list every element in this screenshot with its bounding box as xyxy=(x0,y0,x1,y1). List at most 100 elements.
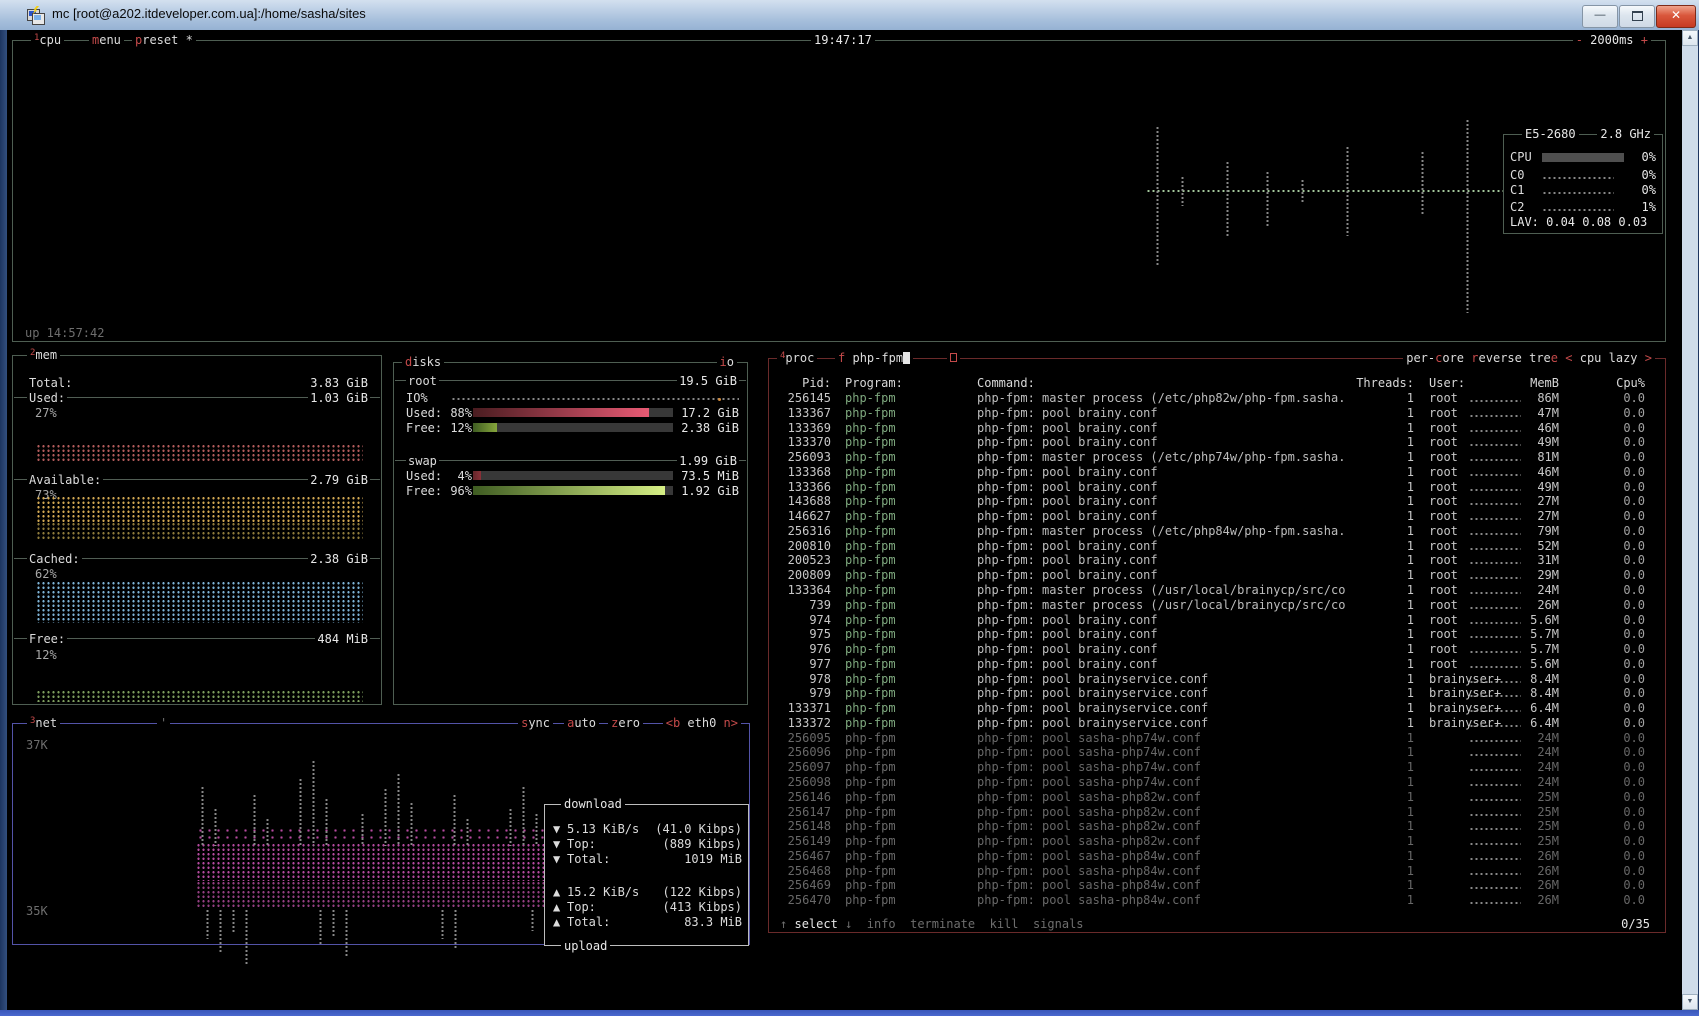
net-upload-spike xyxy=(232,909,235,934)
reverse-toggle[interactable]: reverse xyxy=(1471,351,1522,365)
process-row[interactable]: 256470php-fpmphp-fpm: pool sasha-php84w.… xyxy=(769,893,1667,907)
select-button[interactable]: select xyxy=(794,917,837,931)
process-row[interactable]: 739php-fpmphp-fpm: master process (/usr/… xyxy=(769,598,1667,612)
signals-button[interactable]: signals xyxy=(1033,917,1084,931)
process-row[interactable]: 200809php-fpmphp-fpm: pool brainy.conf1r… xyxy=(769,568,1667,582)
process-threads: 1 xyxy=(1344,731,1414,745)
process-row[interactable]: 978php-fpmphp-fpm: pool brainyservice.co… xyxy=(769,672,1667,686)
download-arrow-icon: ▼ xyxy=(553,822,560,836)
process-row[interactable]: 977php-fpmphp-fpm: pool brainy.conf1root… xyxy=(769,657,1667,671)
col-memb[interactable]: MemB xyxy=(1481,376,1559,390)
process-program: php-fpm xyxy=(845,494,896,508)
zero-toggle[interactable]: zero xyxy=(608,716,643,730)
process-row[interactable]: 975php-fpmphp-fpm: pool brainy.conf1root… xyxy=(769,627,1667,641)
tab-net[interactable]: 3net xyxy=(27,716,60,730)
scroll-up-button[interactable]: ▲ xyxy=(1682,30,1698,46)
sort-column-label[interactable]: cpu lazy xyxy=(1580,351,1638,365)
process-row[interactable]: 979php-fpmphp-fpm: pool brainyservice.co… xyxy=(769,686,1667,700)
sort-prev-button[interactable]: < xyxy=(1565,351,1572,365)
process-row[interactable]: 256316php-fpmphp-fpm: master process (/e… xyxy=(769,524,1667,538)
process-row[interactable]: 200810php-fpmphp-fpm: pool brainy.conf1r… xyxy=(769,539,1667,553)
process-mem: 49M xyxy=(1481,480,1559,494)
process-row[interactable]: 200523php-fpmphp-fpm: pool brainy.conf1r… xyxy=(769,553,1667,567)
col-threads[interactable]: Threads: xyxy=(1344,376,1414,390)
tree-toggle[interactable]: tree xyxy=(1529,351,1558,365)
close-button[interactable]: ✕ xyxy=(1656,5,1696,28)
info-button[interactable]: info xyxy=(867,917,896,931)
disk-usage-bar-fill xyxy=(473,408,649,417)
tab-proc[interactable]: 4proc xyxy=(777,351,817,365)
menu-button[interactable]: menu xyxy=(89,33,124,47)
process-row[interactable]: 133369php-fpmphp-fpm: pool brainy.conf1r… xyxy=(769,421,1667,435)
maximize-button[interactable] xyxy=(1619,5,1655,28)
process-row[interactable]: 133366php-fpmphp-fpm: pool brainy.conf1r… xyxy=(769,480,1667,494)
sync-toggle[interactable]: sync xyxy=(518,716,553,730)
process-row[interactable]: 256467php-fpmphp-fpm: pool sasha-php84w.… xyxy=(769,849,1667,863)
scrollbar-track[interactable]: ▲ ▼ xyxy=(1682,30,1698,1010)
col-user[interactable]: User: xyxy=(1429,376,1465,390)
process-row[interactable]: 133367php-fpmphp-fpm: pool brainy.conf1r… xyxy=(769,406,1667,420)
upload-arrow-icon: ▲ xyxy=(553,885,560,899)
preset-button[interactable]: preset * xyxy=(132,33,196,47)
process-row[interactable]: 256145php-fpmphp-fpm: master process (/e… xyxy=(769,391,1667,405)
process-row[interactable]: 133368php-fpmphp-fpm: pool brainy.conf1r… xyxy=(769,465,1667,479)
process-row[interactable]: 146627php-fpmphp-fpm: pool brainy.conf1r… xyxy=(769,509,1667,523)
process-row[interactable]: 256098php-fpmphp-fpm: pool sasha-php74w.… xyxy=(769,775,1667,789)
col-cpu[interactable]: Cpu% xyxy=(1575,376,1645,390)
process-row[interactable]: 143688php-fpmphp-fpm: pool brainy.conf1r… xyxy=(769,494,1667,508)
col-pid[interactable]: Pid: xyxy=(771,376,831,390)
process-row[interactable]: 256096php-fpmphp-fpm: pool sasha-php74w.… xyxy=(769,745,1667,759)
process-row[interactable]: 976php-fpmphp-fpm: pool brainy.conf1root… xyxy=(769,642,1667,656)
process-row[interactable]: 974php-fpmphp-fpm: pool brainy.conf1root… xyxy=(769,613,1667,627)
process-pid: 256093 xyxy=(771,450,831,464)
kill-button[interactable]: kill xyxy=(990,917,1019,931)
process-row[interactable]: 256095php-fpmphp-fpm: pool sasha-php74w.… xyxy=(769,731,1667,745)
process-program: php-fpm xyxy=(845,465,896,479)
per-core-toggle[interactable]: per-core xyxy=(1406,351,1464,365)
terminate-button[interactable]: terminate xyxy=(910,917,975,931)
tab-mem[interactable]: 2mem xyxy=(27,348,60,362)
tab-cpu[interactable]: 1cpu xyxy=(31,33,64,47)
process-row[interactable]: 133370php-fpmphp-fpm: pool brainy.conf1r… xyxy=(769,435,1667,449)
col-command[interactable]: Command: xyxy=(977,376,1035,390)
process-row[interactable]: 256147php-fpmphp-fpm: pool sasha-php82w.… xyxy=(769,805,1667,819)
net-download-spike xyxy=(535,813,538,846)
select-up-icon[interactable]: ↑ xyxy=(780,917,787,931)
process-row[interactable]: 256469php-fpmphp-fpm: pool sasha-php84w.… xyxy=(769,878,1667,892)
scroll-down-button[interactable]: ▼ xyxy=(1682,994,1698,1010)
filter-clear-button[interactable] xyxy=(947,351,960,365)
disk-row-label: Used: xyxy=(406,469,442,483)
process-row[interactable]: 133364php-fpmphp-fpm: master process (/u… xyxy=(769,583,1667,597)
col-program[interactable]: Program: xyxy=(845,376,903,390)
io-mode-toggle[interactable]: io xyxy=(717,355,737,369)
process-row[interactable]: 256146php-fpmphp-fpm: pool sasha-php82w.… xyxy=(769,790,1667,804)
disk-usage-bar xyxy=(473,471,673,480)
process-user: root xyxy=(1429,480,1458,494)
cpu-core-label: C0 xyxy=(1510,168,1524,182)
process-threads: 1 xyxy=(1344,421,1414,435)
cpu-graph-spike xyxy=(1301,179,1304,203)
auto-toggle[interactable]: auto xyxy=(564,716,599,730)
process-row[interactable]: 256149php-fpmphp-fpm: pool sasha-php82w.… xyxy=(769,834,1667,848)
process-row[interactable]: 256468php-fpmphp-fpm: pool sasha-php84w.… xyxy=(769,864,1667,878)
process-mem: 24M xyxy=(1481,760,1559,774)
minimize-button[interactable]: — xyxy=(1582,5,1618,28)
process-row[interactable]: 256148php-fpmphp-fpm: pool sasha-php82w.… xyxy=(769,819,1667,833)
process-row[interactable]: 256097php-fpmphp-fpm: pool sasha-php74w.… xyxy=(769,760,1667,774)
sort-next-button[interactable]: > xyxy=(1645,351,1652,365)
process-row[interactable]: 133372php-fpmphp-fpm: pool brainyservice… xyxy=(769,716,1667,730)
interval-minus-button[interactable]: - xyxy=(1576,33,1583,47)
process-cpu: 0.0 xyxy=(1575,524,1645,538)
process-cpu: 0.0 xyxy=(1575,509,1645,523)
process-row[interactable]: 133371php-fpmphp-fpm: pool brainyservice… xyxy=(769,701,1667,715)
process-row[interactable]: 256093php-fpmphp-fpm: master process (/e… xyxy=(769,450,1667,464)
iface-prev-button[interactable]: <b xyxy=(666,716,680,730)
process-command: php-fpm: pool brainy.conf xyxy=(977,539,1158,553)
process-cpu: 0.0 xyxy=(1575,435,1645,449)
process-command: php-fpm: master process (/etc/php74w/php… xyxy=(977,450,1345,464)
interval-plus-button[interactable]: + xyxy=(1641,33,1648,47)
process-program: php-fpm xyxy=(845,553,896,567)
process-program: php-fpm xyxy=(845,613,896,627)
iface-next-button[interactable]: n> xyxy=(724,716,738,730)
filter-input[interactable]: f php-fpm xyxy=(835,351,913,365)
